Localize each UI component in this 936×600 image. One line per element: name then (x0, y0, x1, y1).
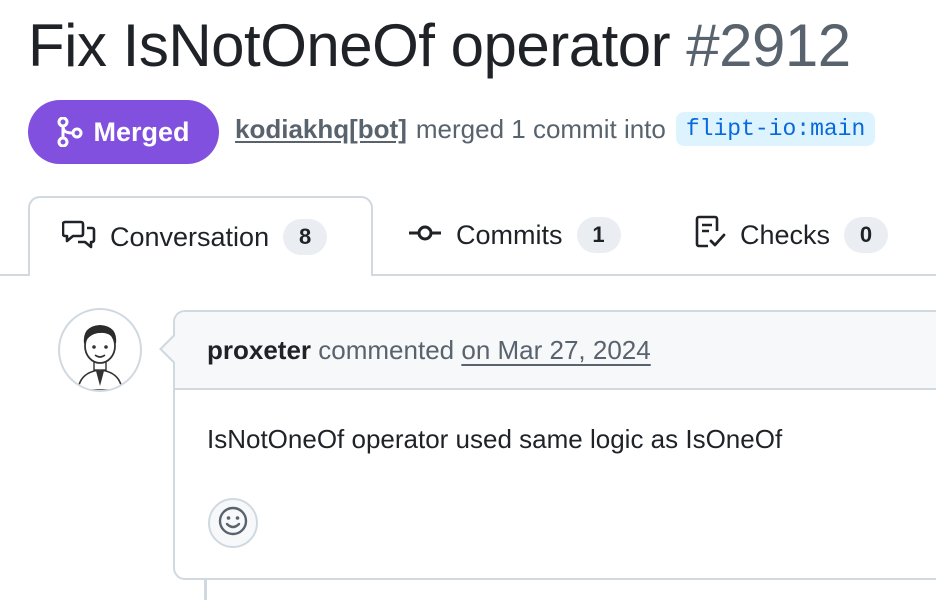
avatar[interactable] (58, 308, 142, 392)
tab-conversation-label: Conversation (110, 221, 270, 252)
merge-author-link[interactable]: kodiakhq[bot] (235, 114, 407, 145)
merged-state-badge[interactable]: Merged (28, 100, 219, 164)
tab-commits-count: 1 (576, 217, 621, 253)
merge-summary-text: merged 1 commit into (415, 113, 666, 144)
comment-header: proxeter commented on Mar 27, 2024 (175, 312, 936, 390)
checklist-icon (694, 215, 726, 256)
tab-commits-label: Commits (456, 219, 563, 250)
git-merge-icon (57, 117, 83, 147)
timeline-connector (204, 580, 207, 600)
tab-conversation[interactable]: Conversation 8 (28, 196, 373, 276)
comment-timestamp-link[interactable]: on Mar 27, 2024 (461, 335, 650, 366)
pr-title: Fix IsNotOneOf operator #2912 (28, 6, 851, 86)
pr-number: #2912 (686, 12, 851, 79)
pr-merge-summary: kodiakhq[bot] merged 1 commit into flipt… (235, 108, 876, 150)
state-label: Merged (93, 116, 190, 147)
comment-author-link[interactable]: proxeter (207, 335, 311, 366)
comment-discussion-icon (61, 219, 96, 256)
base-branch-label[interactable]: flipt-io:main (675, 112, 876, 146)
tab-checks-count: 0 (844, 217, 889, 253)
add-reaction-button[interactable] (208, 498, 258, 548)
git-commit-icon (408, 220, 442, 251)
smiley-icon (218, 506, 248, 541)
pr-title-text: Fix IsNotOneOf operator (28, 12, 671, 79)
comment-action-text: commented (318, 334, 455, 365)
comment-box: proxeter commented on Mar 27, 2024 IsNot… (159, 310, 936, 580)
tab-checks-label: Checks (740, 219, 831, 250)
tab-checks[interactable]: Checks 0 (694, 196, 889, 274)
tab-conversation-count: 8 (283, 219, 328, 255)
tab-commits[interactable]: Commits 1 (408, 196, 621, 274)
comment-body: IsNotOneOf operator used same logic as I… (207, 424, 783, 454)
